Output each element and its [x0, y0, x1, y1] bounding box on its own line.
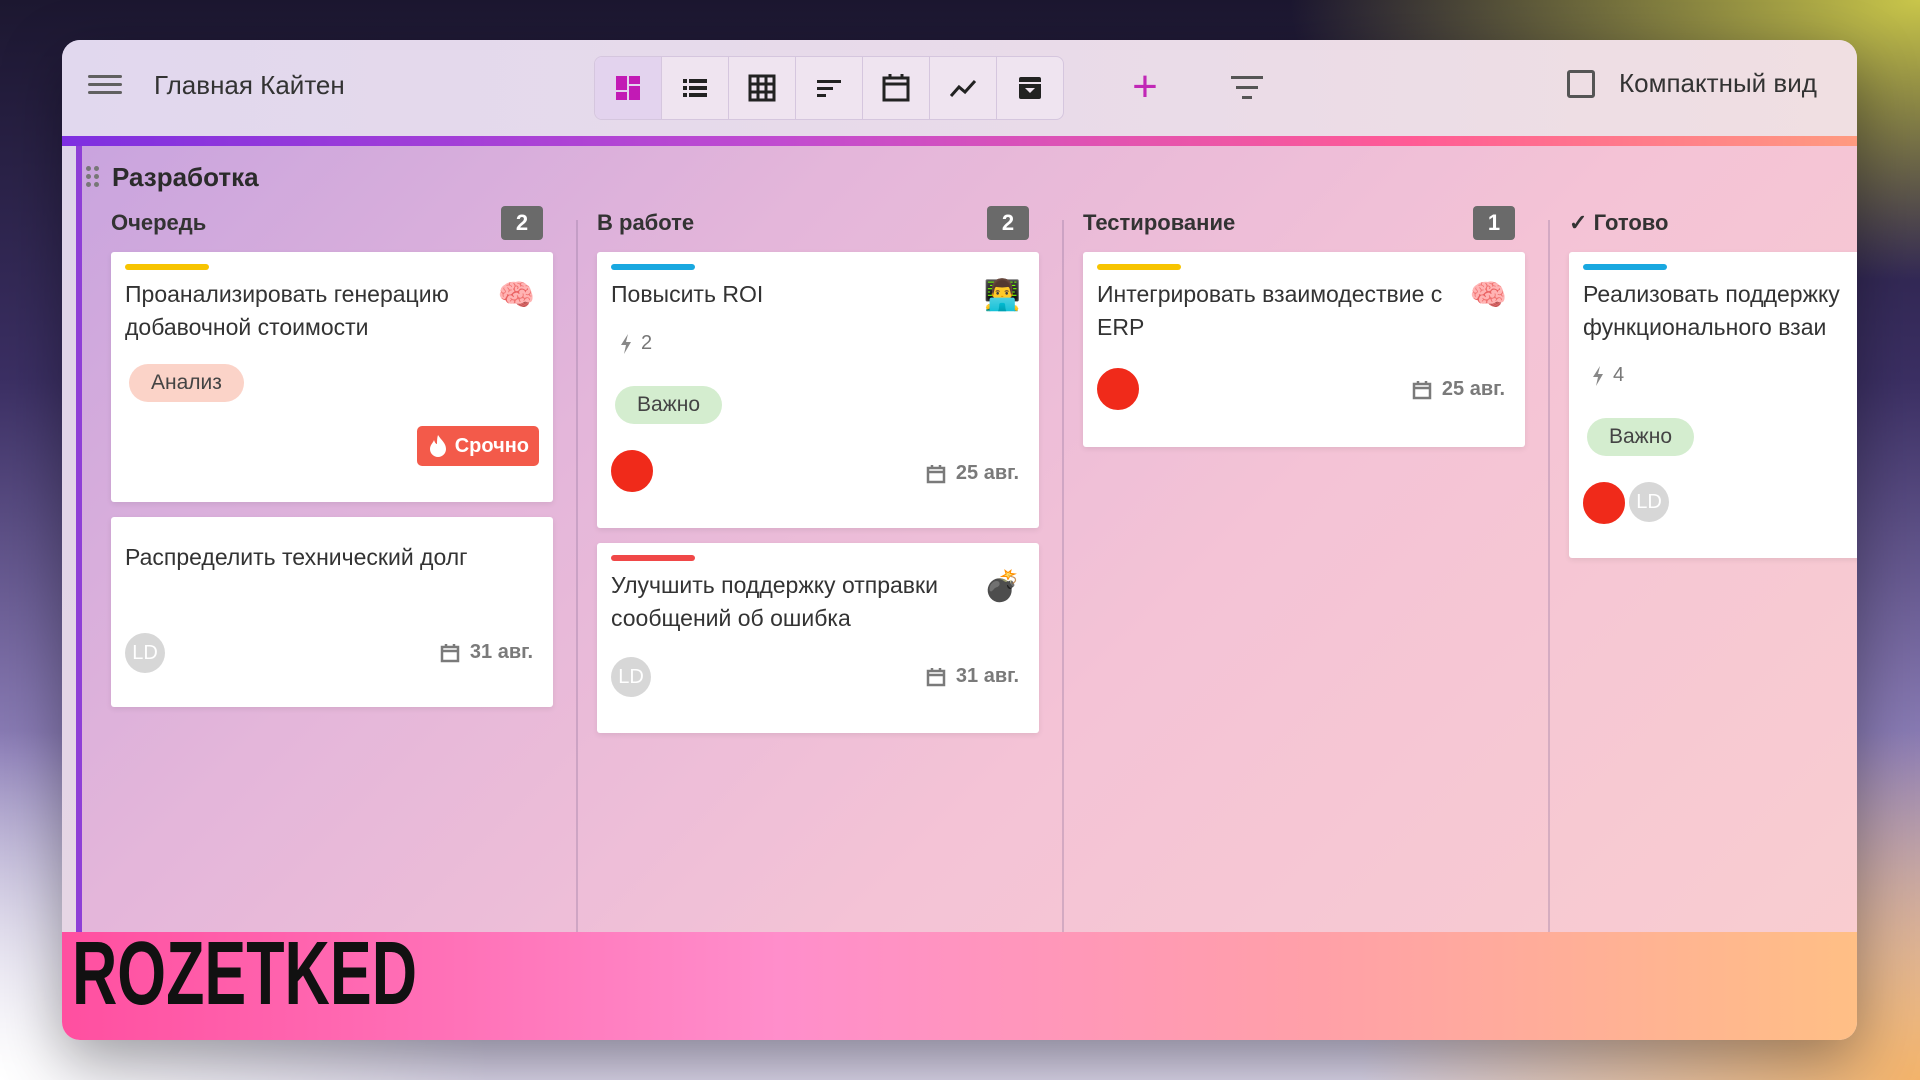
- calendar-icon: [926, 667, 946, 686]
- page-title: Главная Кайтен: [154, 70, 345, 100]
- card-color-stripe: [125, 264, 209, 270]
- calendar-icon: [926, 464, 946, 483]
- card[interactable]: Проанализировать генерацию добавочной ст…: [111, 252, 553, 502]
- due-date-text: 31 авг.: [955, 665, 1019, 687]
- story-points: 4: [1591, 364, 1624, 387]
- avatar[interactable]: LD: [611, 657, 651, 697]
- card-title: Распределить технический долг: [125, 544, 468, 570]
- card[interactable]: Улучшить поддержку отправки сообщений об…: [597, 543, 1039, 733]
- compact-checkbox[interactable]: [1567, 69, 1595, 98]
- sort-view-button[interactable]: [796, 57, 863, 119]
- column-title: В работе: [597, 210, 695, 235]
- bomb-icon: 💣: [983, 570, 1021, 603]
- lightning-icon: [621, 333, 631, 354]
- column-title: Тестирование: [1083, 210, 1236, 235]
- due-date-text: 31 авг.: [469, 641, 533, 663]
- column-divider: [1062, 220, 1064, 960]
- check-icon: ✓: [1569, 210, 1588, 235]
- table-view-button[interactable]: [729, 57, 796, 119]
- trend-view-button[interactable]: [930, 57, 997, 119]
- calendar-icon: [882, 74, 910, 102]
- brain-icon: 🧠: [497, 279, 535, 312]
- board-accent-stripe: [62, 136, 1857, 146]
- compact-view-label: Компактный вид: [1619, 68, 1817, 98]
- card-title: Реализовать поддержку функционального вз…: [1583, 281, 1840, 340]
- urgent-badge[interactable]: Срочно: [416, 426, 539, 466]
- card-tag[interactable]: Анализ: [129, 364, 244, 402]
- column-in-progress: В работе 2 Повысить ROI 👨‍💻 2 Важно 25 а…: [587, 206, 1039, 958]
- developer-icon: 👨‍💻: [983, 279, 1021, 312]
- card[interactable]: Интегрировать взаимодествие с ERP 🧠 25 а…: [1083, 252, 1525, 447]
- column-count-badge: 2: [987, 206, 1029, 240]
- watermark-logo: ROZETKED: [72, 924, 417, 1024]
- fire-icon: [429, 435, 446, 457]
- filter-icon: [1231, 76, 1263, 99]
- board-title: Разработка: [112, 162, 259, 192]
- column-divider: [1548, 220, 1550, 960]
- card[interactable]: Реализовать поддержку функционального вз…: [1569, 252, 1857, 558]
- brain-icon: 🧠: [1469, 279, 1507, 312]
- board-view-button[interactable]: [595, 57, 662, 119]
- due-date: 31 авг.: [926, 665, 1019, 688]
- sort-icon: [817, 80, 841, 97]
- card-tag[interactable]: Важно: [615, 386, 723, 424]
- list-view-button[interactable]: [662, 57, 729, 119]
- add-card-button[interactable]: +: [1120, 62, 1170, 112]
- menu-icon[interactable]: [88, 70, 122, 104]
- avatar[interactable]: [1581, 480, 1627, 526]
- drag-handle-icon[interactable]: [86, 166, 102, 192]
- calendar-icon: [1412, 380, 1432, 399]
- svg-text:ROZETKED: ROZETKED: [72, 928, 417, 1014]
- avatar[interactable]: [1095, 366, 1141, 412]
- due-date-text: 25 авг.: [955, 462, 1019, 484]
- story-points: 2: [619, 332, 652, 355]
- archive-view-button[interactable]: [997, 57, 1063, 119]
- column-count-badge: 1: [1473, 206, 1515, 240]
- card-color-stripe: [1583, 264, 1667, 270]
- rozetked-logo: ROZETKED: [72, 924, 417, 1024]
- lightning-icon: [1593, 365, 1603, 386]
- calendar-view-button[interactable]: [863, 57, 930, 119]
- due-date: 31 авг.: [440, 641, 533, 664]
- archive-icon: [1019, 77, 1041, 99]
- due-date-text: 25 авг.: [1441, 378, 1505, 400]
- column-done: ✓ Готово Реализовать поддержку функциона…: [1559, 210, 1857, 958]
- column-title: ✓ Готово: [1569, 210, 1669, 235]
- card-color-stripe: [611, 555, 695, 561]
- compact-view-toggle[interactable]: Компактный вид: [1567, 68, 1817, 99]
- avatar[interactable]: LD: [125, 633, 165, 673]
- urgent-label: Срочно: [454, 434, 529, 457]
- card-title: Улучшить поддержку отправки сообщений об…: [611, 572, 938, 631]
- view-toolbar: [594, 56, 1064, 120]
- due-date: 25 авг.: [1412, 378, 1505, 401]
- app-window: Главная Кайтен + Компактный вид Разработ…: [62, 40, 1857, 1040]
- column-divider: [576, 220, 578, 960]
- card-color-stripe: [611, 264, 695, 270]
- column-title: Очередь: [111, 210, 207, 235]
- table-icon: [748, 74, 776, 102]
- card-color-stripe: [1097, 264, 1181, 270]
- story-points-value: 4: [1613, 364, 1625, 386]
- board-icon: [616, 76, 640, 100]
- column-queue: Очередь 2 Проанализировать генерацию доб…: [101, 206, 553, 958]
- trend-icon: [949, 79, 977, 97]
- filter-button[interactable]: [1225, 68, 1269, 108]
- avatar[interactable]: [609, 448, 655, 494]
- column-testing: Тестирование 1 Интегрировать взаимодеств…: [1073, 206, 1525, 958]
- calendar-icon: [440, 643, 460, 662]
- card-title: Повысить ROI: [611, 281, 764, 307]
- card-tag[interactable]: Важно: [1587, 418, 1695, 456]
- column-count-badge: 2: [501, 206, 543, 240]
- card-title: Проанализировать генерацию добавочной ст…: [125, 281, 449, 340]
- card[interactable]: Повысить ROI 👨‍💻 2 Важно 25 авг.: [597, 252, 1039, 528]
- story-points-value: 2: [641, 332, 653, 354]
- top-bar: Главная Кайтен + Компактный вид: [62, 40, 1857, 136]
- avatar[interactable]: LD: [1629, 482, 1669, 522]
- list-icon: [683, 79, 707, 97]
- due-date: 25 авг.: [926, 462, 1019, 485]
- card[interactable]: Распределить технический долг LD 31 авг.: [111, 517, 553, 707]
- card-title: Интегрировать взаимодествие с ERP: [1097, 281, 1443, 340]
